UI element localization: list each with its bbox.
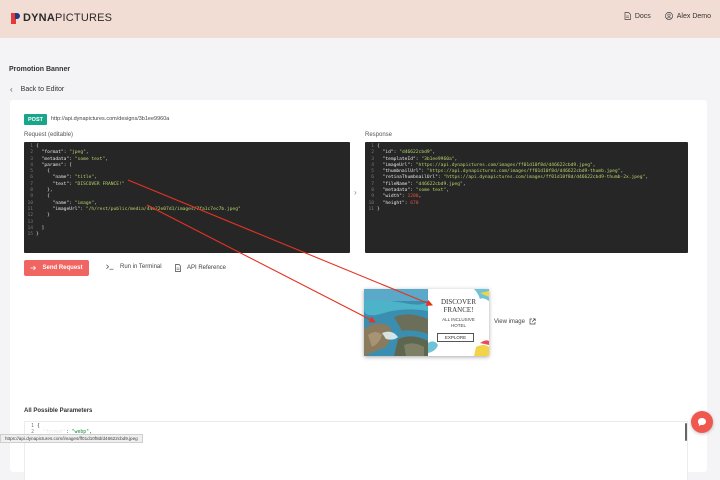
- annotation-arrows: [127, 179, 434, 323]
- chat-bubble-icon: [698, 418, 706, 426]
- annotation-arrow-image: [146, 204, 376, 323]
- all-parameters-code: 1{2 "format": "webp",: [24, 421, 688, 480]
- browser-status-url: https://api.dynapictures.com/images/ff01…: [0, 434, 143, 443]
- chat-widget-button[interactable]: [691, 411, 713, 433]
- all-parameters-title: All Possible Parameters: [24, 408, 93, 414]
- vertical-scrollbar[interactable]: [685, 423, 687, 441]
- annotation-arrow-title: [127, 179, 434, 306]
